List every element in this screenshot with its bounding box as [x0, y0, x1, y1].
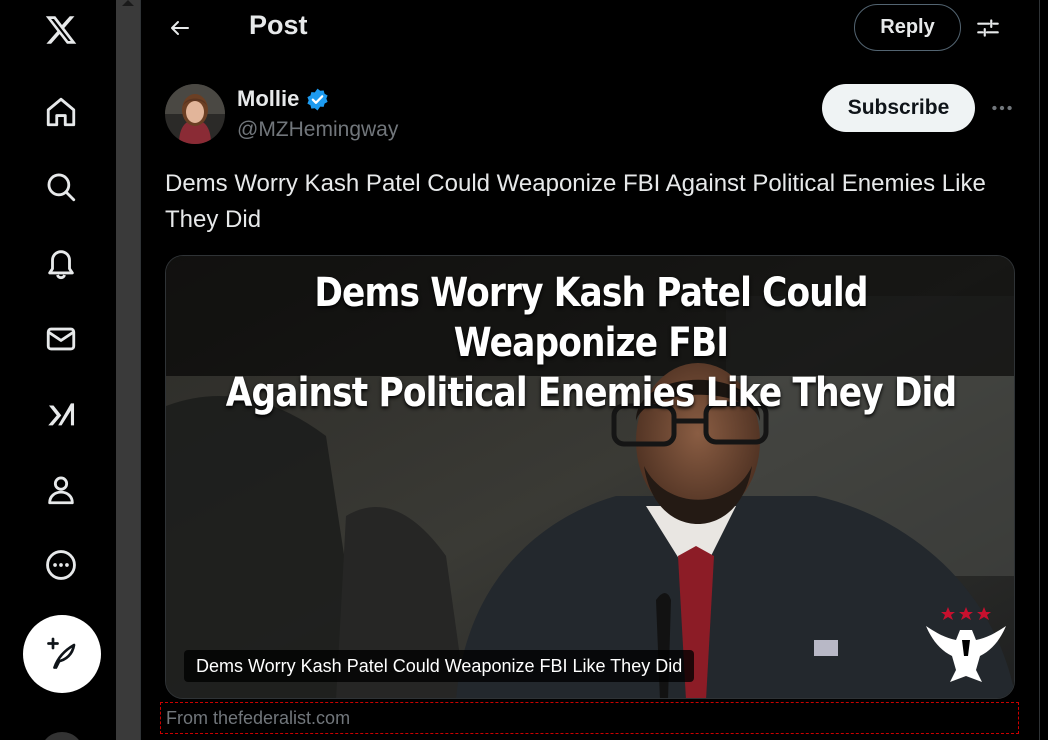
- author-name-text: Mollie: [237, 86, 300, 111]
- author-name[interactable]: Mollie: [237, 86, 330, 112]
- arrow-left-icon: [171, 21, 189, 35]
- back-button[interactable]: [160, 8, 200, 48]
- mail-icon[interactable]: [37, 315, 85, 363]
- profile-icon[interactable]: [37, 466, 85, 514]
- more-circle-icon[interactable]: [37, 541, 85, 589]
- compose-feather-icon: [47, 637, 76, 669]
- media-headline-line1: Dems Worry Kash Patel Could Weaponize FB…: [314, 270, 868, 366]
- reply-button[interactable]: Reply: [854, 4, 961, 51]
- x-logo-icon[interactable]: [37, 6, 85, 54]
- column-divider: [140, 0, 141, 740]
- more-options-button[interactable]: [986, 92, 1018, 124]
- eagle-logo-icon: [926, 607, 1006, 682]
- search-icon[interactable]: [37, 163, 85, 211]
- post-text: Dems Worry Kash Patel Could Weaponize FB…: [165, 170, 986, 233]
- page-title: Post: [249, 10, 308, 40]
- grok-icon[interactable]: [37, 390, 85, 438]
- scroll-up-arrow-icon[interactable]: [122, 0, 134, 6]
- filter-settings-button[interactable]: [970, 10, 1006, 46]
- account-avatar[interactable]: [40, 732, 84, 740]
- media-caption: Dems Worry Kash Patel Could Weaponize FB…: [184, 650, 695, 682]
- bell-icon[interactable]: [37, 239, 85, 287]
- media-headline: Dems Worry Kash Patel Could Weaponize FB…: [226, 268, 957, 418]
- author-handle[interactable]: @MZHemingway: [237, 118, 398, 142]
- verified-badge-icon: [307, 88, 328, 110]
- scrollbar[interactable]: [116, 0, 140, 740]
- home-icon[interactable]: [37, 88, 85, 136]
- more-horizontal-icon: [992, 105, 1012, 111]
- media-headline-line2: Against Political Enemies Like They Did: [225, 370, 957, 416]
- sliders-icon: [977, 19, 999, 37]
- column-divider-right: [1039, 0, 1040, 740]
- post-media-card[interactable]: Dems Worry Kash Patel Could Weaponize FB…: [165, 255, 1015, 699]
- left-nav: [0, 0, 116, 740]
- author-avatar[interactable]: [165, 84, 225, 144]
- compose-button[interactable]: [23, 615, 101, 693]
- source-link[interactable]: From thefederalist.com: [160, 702, 1019, 734]
- subscribe-button[interactable]: Subscribe: [822, 84, 975, 132]
